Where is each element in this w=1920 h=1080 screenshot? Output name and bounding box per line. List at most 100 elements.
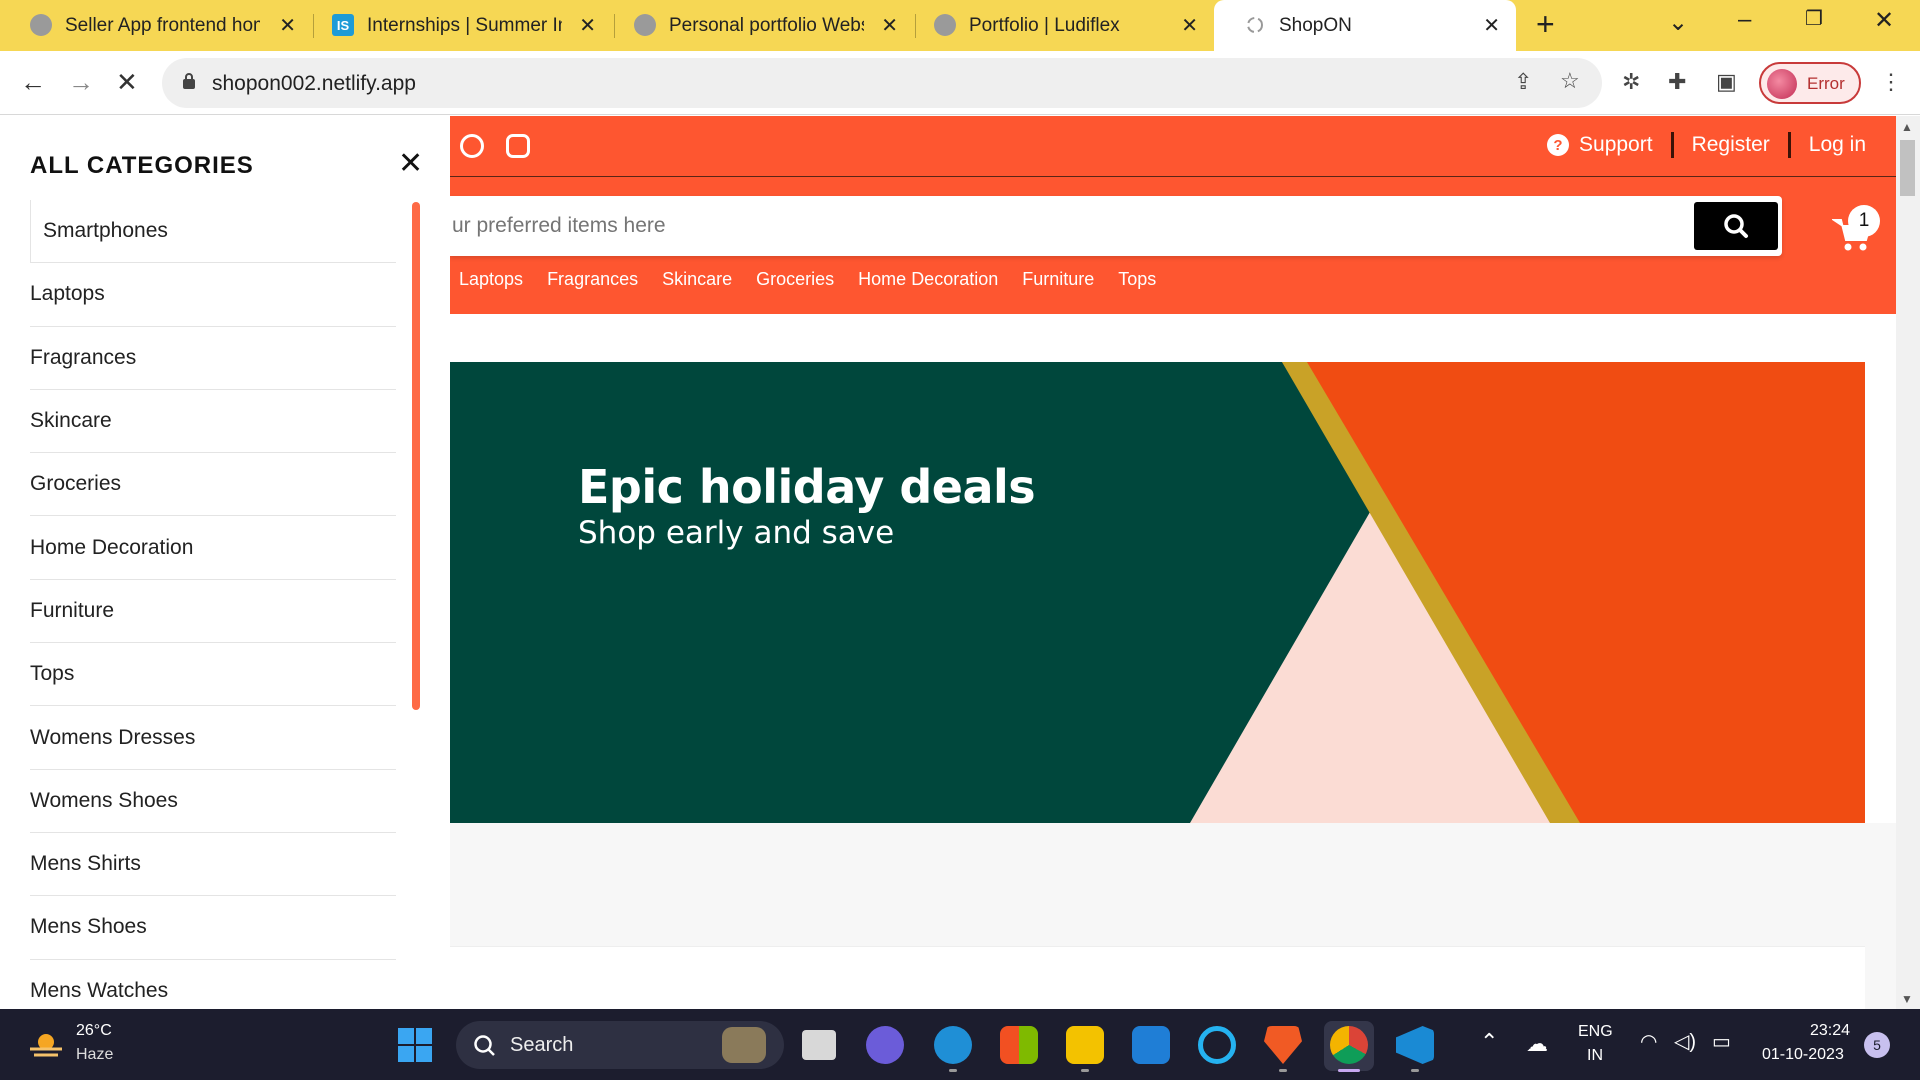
tab-close-icon[interactable]: ✕	[279, 13, 296, 38]
divider	[1787, 132, 1791, 158]
facebook-icon[interactable]	[460, 134, 484, 158]
taskbar-search-label: Search	[510, 1034, 574, 1056]
tab-internships[interactable]: IS Internships | Summer Inte ✕	[302, 0, 612, 51]
login-link[interactable]: Log in	[1809, 133, 1866, 157]
bookmark-star-icon[interactable]: ☆	[1560, 68, 1580, 94]
cart-count-badge: 1	[1848, 205, 1880, 237]
file-explorer-icon[interactable]	[1066, 1026, 1104, 1064]
myhp-icon[interactable]	[1132, 1026, 1170, 1064]
edge-icon[interactable]	[934, 1026, 972, 1064]
volume-icon[interactable]: ◁)	[1674, 1029, 1696, 1054]
microsoft-store-icon[interactable]	[1000, 1026, 1038, 1064]
brave-icon[interactable]	[1264, 1026, 1302, 1064]
share-icon[interactable]: ⇪	[1514, 69, 1532, 95]
tab-personal-portfolio[interactable]: Personal portfolio Websit ✕	[604, 0, 914, 51]
category-item-home-decoration[interactable]: Home Decoration	[30, 516, 396, 580]
tab-seller-app[interactable]: Seller App frontend home ✕	[0, 0, 312, 51]
wifi-icon[interactable]: ◠	[1640, 1029, 1657, 1054]
category-item-furniture[interactable]: Furniture	[30, 580, 396, 644]
search-button[interactable]	[1694, 202, 1778, 250]
new-tab-button[interactable]: +	[1536, 6, 1555, 43]
task-view-icon[interactable]	[802, 1030, 836, 1060]
category-item-womens-dresses[interactable]: Womens Dresses	[30, 706, 396, 770]
category-item-smartphones[interactable]: Smartphones	[30, 200, 396, 264]
profile-error-button[interactable]: Error	[1759, 62, 1861, 104]
stop-loading-icon[interactable]: ✕	[116, 67, 138, 98]
nav-skincare[interactable]: Skincare	[662, 269, 732, 290]
back-arrow-icon[interactable]: ←	[20, 67, 46, 98]
search-input[interactable]	[450, 196, 1690, 256]
battery-icon[interactable]: ▭	[1712, 1029, 1731, 1054]
scroll-down-icon[interactable]: ▼	[1901, 992, 1913, 1006]
scroll-up-icon[interactable]: ▲	[1901, 120, 1913, 134]
nav-groceries[interactable]: Groceries	[756, 269, 834, 290]
language-line2[interactable]: IN	[1587, 1047, 1603, 1065]
drawer-close-icon[interactable]: ✕	[398, 146, 423, 181]
nav-laptops[interactable]: Laptops	[459, 269, 523, 290]
tab-title: Internships | Summer Inte	[367, 15, 562, 36]
onedrive-cloud-icon[interactable]: ☁	[1526, 1031, 1548, 1057]
clock-time[interactable]: 23:24	[1810, 1022, 1850, 1040]
support-link[interactable]: Support	[1579, 133, 1653, 157]
category-item-mens-shirts[interactable]: Mens Shirts	[30, 833, 396, 897]
tab-search-chevron-icon[interactable]: ⌄	[1668, 8, 1688, 37]
category-item-fragrances[interactable]: Fragrances	[30, 327, 396, 390]
running-indicator	[949, 1069, 957, 1072]
nav-home-decoration[interactable]: Home Decoration	[858, 269, 998, 290]
page-scrollbar[interactable]: ▲ ▼	[1896, 116, 1920, 1009]
clock-date[interactable]: 01-10-2023	[1762, 1046, 1844, 1064]
category-item-groceries[interactable]: Groceries	[30, 453, 396, 517]
kebab-menu-icon[interactable]: ⋮	[1880, 69, 1902, 95]
notification-badge[interactable]: 5	[1864, 1032, 1890, 1058]
internshala-icon: IS	[332, 14, 354, 36]
tray-chevron-icon[interactable]: ⌃	[1480, 1029, 1498, 1055]
alexa-icon[interactable]	[1198, 1026, 1236, 1064]
instagram-icon[interactable]	[506, 134, 530, 158]
extensions-puzzle-icon[interactable]: ✚	[1668, 69, 1686, 95]
windows-start-icon[interactable]	[398, 1028, 432, 1062]
window-close-icon[interactable]: ✕	[1874, 6, 1894, 35]
category-item-laptops[interactable]: Laptops	[30, 263, 396, 327]
address-bar[interactable]: shopon002.netlify.app ⇪ ☆	[162, 58, 1602, 108]
banner-subtitle: Shop early and save	[578, 515, 895, 551]
category-item-skincare[interactable]: Skincare	[30, 390, 396, 454]
extension-bug-icon[interactable]: ✲	[1622, 69, 1640, 95]
tab-title: ShopON	[1279, 15, 1352, 36]
category-item-womens-shoes[interactable]: Womens Shoes	[30, 770, 396, 833]
search-bar	[450, 196, 1782, 256]
category-item-tops[interactable]: Tops	[30, 643, 396, 707]
nav-tops[interactable]: Tops	[1118, 269, 1156, 290]
tab-close-icon[interactable]: ✕	[579, 13, 596, 38]
nav-furniture[interactable]: Furniture	[1022, 269, 1094, 290]
tab-portfolio-ludiflex[interactable]: Portfolio | Ludiflex ✕	[904, 0, 1214, 51]
scrollbar-thumb[interactable]	[1900, 140, 1915, 196]
browser-tab-strip: Seller App frontend home ✕ IS Internship…	[0, 0, 1920, 51]
tab-close-icon[interactable]: ✕	[1483, 13, 1500, 38]
minimize-icon[interactable]: –	[1738, 6, 1751, 34]
register-link[interactable]: Register	[1692, 133, 1770, 157]
category-item-mens-shoes[interactable]: Mens Shoes	[30, 896, 396, 960]
url-text[interactable]: shopon002.netlify.app	[212, 72, 416, 96]
tab-close-icon[interactable]: ✕	[881, 13, 898, 38]
tab-shopon[interactable]: ShopON ✕	[1214, 0, 1516, 51]
category-nav: Laptops Fragrances Skincare Groceries Ho…	[459, 269, 1156, 290]
vscode-icon[interactable]	[1396, 1026, 1434, 1064]
restore-icon[interactable]: ❐	[1805, 6, 1823, 31]
category-item-mens-watches[interactable]: Mens Watches	[30, 960, 396, 1009]
search-icon	[474, 1035, 495, 1056]
tab-close-icon[interactable]: ✕	[1181, 13, 1198, 38]
browser-toolbar: ← → ✕ shopon002.netlify.app ⇪ ☆ ✲ ✚ ▣ Er…	[0, 51, 1920, 115]
side-panel-icon[interactable]: ▣	[1716, 69, 1737, 95]
hero-banner[interactable]: Epic holiday deals Shop early and save	[450, 362, 1865, 823]
tab-title: Seller App frontend home	[65, 15, 260, 36]
teams-chat-icon[interactable]	[866, 1026, 904, 1064]
chrome-icon[interactable]	[1330, 1026, 1368, 1064]
language-line1[interactable]: ENG	[1578, 1023, 1613, 1041]
header-divider	[450, 176, 1896, 177]
forward-arrow-icon[interactable]: →	[68, 67, 94, 98]
search-icon	[1724, 214, 1748, 238]
nav-fragrances[interactable]: Fragrances	[547, 269, 638, 290]
weather-condition: Haze	[76, 1046, 114, 1063]
taskbar-search[interactable]: Search	[456, 1021, 784, 1069]
drawer-scrollbar[interactable]	[412, 202, 420, 710]
